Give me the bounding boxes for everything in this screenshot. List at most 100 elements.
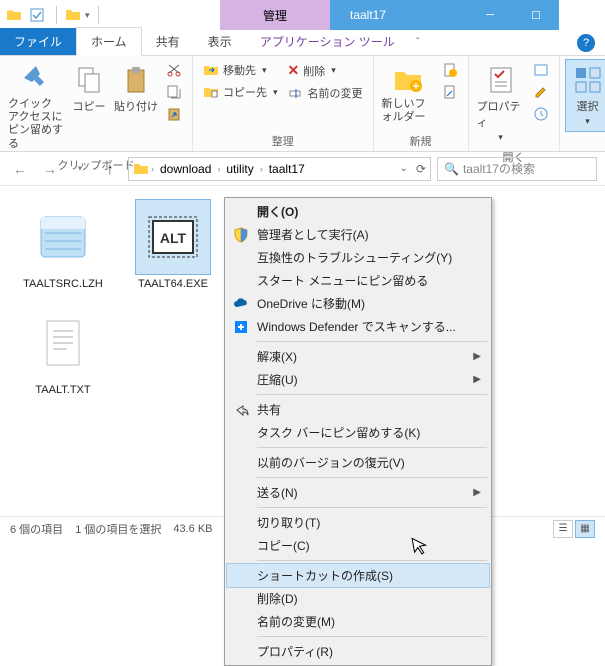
status-size: 43.6 KB	[173, 523, 212, 535]
pasteshortcut-icon	[166, 106, 182, 122]
file-item-selected[interactable]: ALT TAALT64.EXE	[130, 200, 216, 290]
tab-apptools[interactable]: アプリケーション ツール	[246, 28, 409, 55]
cm-delete[interactable]: 削除(D)	[227, 587, 489, 610]
help-icon[interactable]: ?	[577, 34, 595, 52]
folder-open-icon[interactable]	[65, 7, 81, 23]
chevron-right-icon[interactable]: ›	[151, 164, 154, 174]
file-item[interactable]: TAALTSRC.LZH	[20, 200, 106, 290]
copy-button[interactable]: コピー	[68, 60, 110, 118]
cm-properties[interactable]: プロパティ(R)	[227, 640, 489, 663]
thumbnails-view-icon[interactable]: ▦	[575, 520, 595, 538]
rename-button[interactable]: 名前の変更	[284, 83, 367, 103]
newfolder-button[interactable]: 新しいフォルダー	[380, 60, 436, 128]
easyacc-small-button[interactable]	[438, 82, 462, 102]
cm-separator	[257, 477, 487, 478]
ribbon-group-label	[566, 135, 605, 149]
newitem-small-button[interactable]	[438, 60, 462, 80]
easyaccess-icon	[442, 84, 458, 100]
breadcrumb-seg[interactable]: utility	[222, 162, 257, 176]
history-small-button[interactable]	[529, 104, 553, 124]
chevron-right-icon: ▶	[473, 351, 481, 362]
cm-defender[interactable]: Windows Defender でスキャンする...	[227, 315, 489, 338]
cut-small-button[interactable]	[162, 60, 186, 80]
cm-restore-version[interactable]: 以前のバージョンの復元(V)	[227, 451, 489, 474]
properties-button[interactable]: プロパティ▾	[475, 60, 527, 147]
maximize-button[interactable]: ☐	[513, 0, 559, 30]
ribbon-tabs: ファイル ホーム 共有 表示 アプリケーション ツール ˇ ?	[0, 30, 605, 56]
breadcrumb-seg[interactable]: taalt17	[265, 162, 309, 176]
address-bar: ← → ▾ ↑ › download › utility › taalt17 ⌄…	[0, 152, 605, 186]
pin-quickaccess-button[interactable]: クイック アクセスにピン留めする	[6, 60, 66, 155]
tab-view[interactable]: 表示	[194, 28, 246, 55]
ribbon-collapse-icon[interactable]: ˇ	[409, 34, 427, 52]
delete-icon: ✕	[288, 62, 300, 79]
tab-home[interactable]: ホーム	[76, 27, 142, 56]
breadcrumb[interactable]: › download › utility › taalt17 ⌄ ⟳	[128, 157, 431, 181]
qat-dropdown-icon[interactable]: ▾	[85, 10, 90, 21]
ribbon-group-new: 新しいフォルダー 新規	[374, 56, 469, 151]
cm-pin-taskbar[interactable]: タスク バーにピン留めする(K)	[227, 421, 489, 444]
details-view-icon[interactable]: ☰	[553, 520, 573, 538]
pasteshortcut-small-button[interactable]	[162, 104, 186, 124]
recent-dropdown-icon[interactable]: ▾	[68, 157, 92, 181]
paste-icon	[120, 64, 152, 96]
qat-separator	[98, 6, 99, 24]
cm-separator	[257, 394, 487, 395]
forward-button[interactable]: →	[38, 157, 62, 181]
file-name: TAALT.TXT	[35, 384, 90, 396]
search-input[interactable]: 🔍 taalt17の検索	[437, 157, 597, 181]
copyto-button[interactable]: コピー先▾	[199, 82, 282, 102]
minimize-button[interactable]: ─	[467, 0, 513, 30]
close-button[interactable]: ✕	[559, 0, 605, 30]
onedrive-icon	[233, 296, 249, 312]
file-name: TAALTSRC.LZH	[23, 278, 103, 290]
titlebar-right: taalt17 ─ ☐ ✕	[330, 0, 605, 30]
cm-compat[interactable]: 互換性のトラブルシューティング(Y)	[227, 246, 489, 269]
cm-create-shortcut[interactable]: ショートカットの作成(S)	[227, 564, 489, 587]
breadcrumb-dropdown-icon[interactable]: ⌄	[400, 163, 408, 174]
file-name: TAALT64.EXE	[138, 278, 208, 290]
chevron-right-icon[interactable]: ›	[260, 164, 263, 174]
cm-share[interactable]: 共有	[227, 398, 489, 421]
copypath-icon	[166, 84, 182, 100]
properties-icon	[485, 64, 517, 96]
paste-button[interactable]: 貼り付け	[112, 60, 160, 118]
archive-icon	[33, 207, 93, 267]
cm-compress[interactable]: 圧縮(U)▶	[227, 368, 489, 391]
qat-checkbox-icon[interactable]	[26, 4, 48, 26]
file-item[interactable]: TAALT.TXT	[20, 306, 106, 396]
up-button[interactable]: ↑	[98, 157, 122, 181]
search-placeholder: taalt17の検索	[463, 160, 535, 177]
ribbon-group-label: 整理	[199, 131, 367, 149]
select-button[interactable]: 選択▾	[566, 60, 605, 131]
cm-pin-start[interactable]: スタート メニューにピン留める	[227, 269, 489, 292]
copypath-small-button[interactable]	[162, 82, 186, 102]
exe-icon: ALT	[143, 207, 203, 267]
open-small-button[interactable]	[529, 60, 553, 80]
back-button[interactable]: ←	[8, 157, 32, 181]
cm-open[interactable]: 開く(O)	[227, 200, 489, 223]
cm-onedrive[interactable]: OneDrive に移動(M)	[227, 292, 489, 315]
cm-run-admin[interactable]: 管理者として実行(A)	[227, 223, 489, 246]
shield-icon	[233, 227, 249, 243]
contextual-tab-header: 管理	[220, 0, 330, 30]
moveto-button[interactable]: 移動先▾	[199, 60, 282, 80]
chevron-right-icon[interactable]: ›	[217, 164, 220, 174]
cm-copy[interactable]: コピー(C)	[227, 534, 489, 557]
cut-icon	[166, 62, 182, 78]
tab-file[interactable]: ファイル	[0, 28, 76, 55]
cm-separator	[257, 507, 487, 508]
edit-small-button[interactable]	[529, 82, 553, 102]
refresh-icon[interactable]: ⟳	[416, 162, 426, 176]
cm-sendto[interactable]: 送る(N)▶	[227, 481, 489, 504]
search-icon: 🔍	[444, 162, 459, 176]
breadcrumb-seg[interactable]: download	[156, 162, 215, 176]
svg-text:ALT: ALT	[160, 230, 187, 246]
cm-rename[interactable]: 名前の変更(M)	[227, 610, 489, 633]
ribbon-group-select: 選択▾	[560, 56, 605, 151]
tab-share[interactable]: 共有	[142, 28, 194, 55]
cm-extract[interactable]: 解凍(X)▶	[227, 345, 489, 368]
cm-cut[interactable]: 切り取り(T)	[227, 511, 489, 534]
delete-button[interactable]: ✕削除▾	[284, 60, 367, 81]
rename-icon	[288, 85, 304, 101]
